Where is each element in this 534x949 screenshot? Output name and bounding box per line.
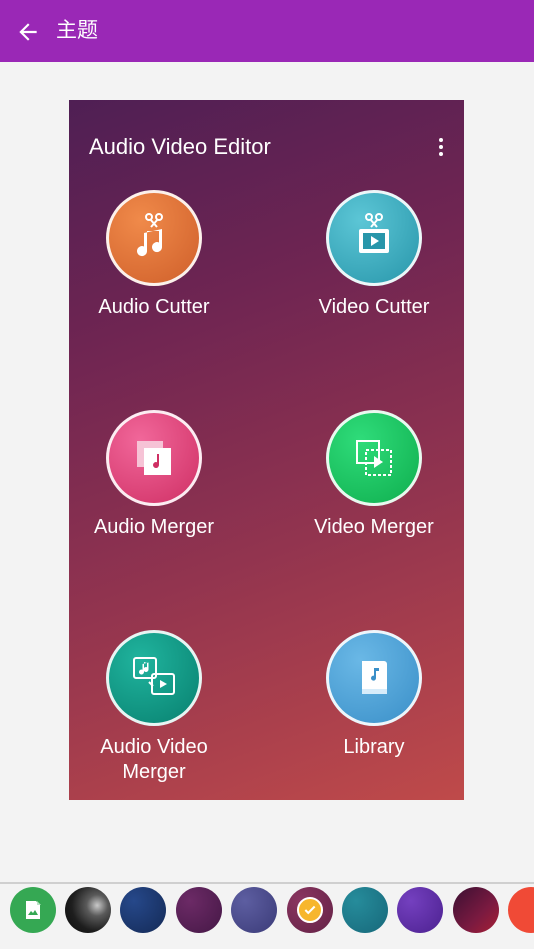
swatch-wine[interactable]: [453, 887, 499, 933]
tile-label: Audio Merger: [93, 516, 215, 538]
theme-swatch-bar: [0, 884, 534, 949]
swatch-photo[interactable]: [65, 887, 111, 933]
tile-label: Video Merger: [314, 516, 434, 538]
tile-label: Audio Video Merger: [100, 736, 208, 783]
swatch-red[interactable]: [508, 887, 534, 933]
add-image-icon: [26, 901, 41, 919]
tile-audio-merger[interactable]: Audio Merger: [69, 410, 239, 540]
swatch-plum[interactable]: [176, 887, 222, 933]
check-icon: [297, 897, 323, 923]
tile-label: Library: [343, 736, 405, 758]
preview-app-title: Audio Video Editor: [89, 134, 271, 159]
tile-video-merger[interactable]: Video Merger: [289, 410, 459, 540]
swatch-burgundy[interactable]: [287, 887, 333, 933]
audio-video-merger-icon: [106, 630, 202, 726]
audio-merger-icon: [106, 410, 202, 506]
audio-cutter-icon: [106, 190, 202, 286]
library-icon: [326, 630, 422, 726]
tile-label: Video Cutter: [318, 296, 430, 318]
theme-preview: Audio Video Editor Audio Cutter Video Cu…: [69, 100, 464, 800]
back-button[interactable]: [8, 12, 48, 52]
arrow-left-icon: [19, 23, 37, 41]
tile-library[interactable]: Library: [289, 630, 459, 760]
tile-audio-video-merger[interactable]: Audio Video Merger: [69, 630, 239, 785]
swatch-violet[interactable]: [397, 887, 443, 933]
more-vert-icon[interactable]: [431, 134, 451, 160]
swatch-navy[interactable]: [120, 887, 166, 933]
video-merger-icon: [326, 410, 422, 506]
app-bar: 主题: [0, 0, 534, 62]
swatch-slate[interactable]: [231, 887, 277, 933]
page-title: 主题: [56, 19, 98, 42]
tile-audio-cutter[interactable]: Audio Cutter: [69, 190, 239, 320]
video-cutter-icon: [326, 190, 422, 286]
tile-video-cutter[interactable]: Video Cutter: [289, 190, 459, 320]
tile-label: Audio Cutter: [98, 296, 210, 318]
swatch-custom-image[interactable]: [10, 887, 56, 933]
swatch-teal[interactable]: [342, 887, 388, 933]
